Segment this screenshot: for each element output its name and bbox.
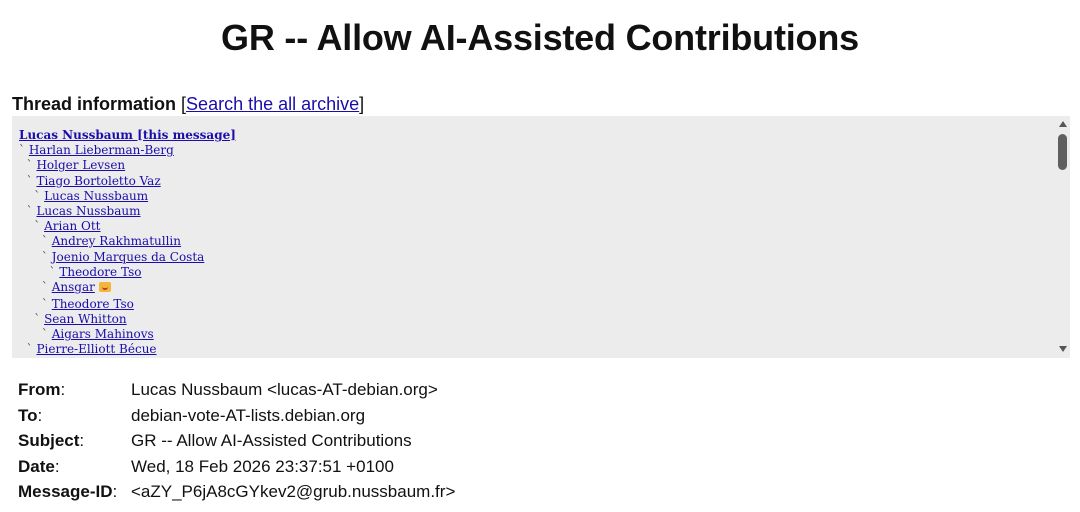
- thread-tree: Lucas Nussbaum [this message] ` Harlan Li…: [19, 128, 236, 358]
- thread-item-link[interactable]: Joenio Marques da Costa: [52, 250, 205, 264]
- thread-item-link[interactable]: Sean Whitton: [44, 312, 127, 326]
- thread-scrollbar[interactable]: [1056, 116, 1070, 358]
- thread-item-link[interactable]: Ansgar: [52, 280, 95, 294]
- header-row: From: Lucas Nussbaum <lucas-AT-debian.org…: [18, 377, 455, 403]
- thread-item-link[interactable]: Aigars Mahinovs: [52, 327, 154, 341]
- thread-item-link[interactable]: Lucas Nussbaum: [44, 189, 148, 203]
- header-value: debian-vote-AT-lists.debian.org: [131, 405, 366, 425]
- thread-item: ` Pierre-Elliott Bécue: [19, 342, 236, 357]
- header-key-label: To: [18, 405, 38, 425]
- header-key-label: Message-ID: [18, 482, 113, 501]
- thread-branch-marker: `: [19, 203, 37, 218]
- header-key-separator: :: [60, 380, 66, 399]
- thread-heading-label: Thread information: [12, 94, 177, 114]
- header-key: Subject:: [18, 428, 131, 454]
- header-value: Lucas Nussbaum <lucas-AT-debian.org>: [131, 380, 438, 399]
- bracket-close: ]: [359, 94, 365, 114]
- thread-item: ` Tiago Bortoletto Vaz: [19, 174, 236, 189]
- thread-item: ` Ansgar: [19, 280, 236, 297]
- thread-branch-marker: `: [19, 158, 37, 173]
- thread-item-link[interactable]: Pierre-Elliott Bécue: [36, 342, 156, 356]
- header-key-label: From: [18, 380, 61, 399]
- scroll-up-arrow-icon[interactable]: [1059, 121, 1067, 127]
- thread-branch-marker: `: [19, 173, 37, 188]
- thread-item: ` Andrey Rakhmatullin: [19, 234, 236, 249]
- header-row: Subject: GR -- Allow AI-Assisted Contribu…: [18, 428, 455, 454]
- thread-item: ` Harlan Lieberman-Berg: [19, 143, 236, 158]
- thread-branch-marker: `: [19, 234, 52, 249]
- thread-branch-marker: `: [19, 342, 37, 357]
- header-key: To:: [18, 403, 131, 429]
- thread-item-link[interactable]: Harlan Lieberman-Berg: [29, 143, 174, 157]
- header-key-separator: :: [54, 456, 60, 476]
- thread-item-link[interactable]: Lucas Nussbaum: [36, 204, 140, 218]
- header-key: Date:: [18, 454, 131, 480]
- thread-heading: Thread information [Search the all archi…: [12, 93, 364, 115]
- search-archive-link[interactable]: Search the all archive: [186, 94, 359, 114]
- header-key-label: Subject: [18, 431, 80, 450]
- header-key-label: Date: [18, 456, 55, 476]
- header-key: Message-ID:: [18, 479, 131, 505]
- scroll-down-arrow-icon[interactable]: [1059, 346, 1067, 352]
- thread-branch-marker: `: [19, 264, 60, 279]
- header-key-separator: :: [112, 482, 118, 501]
- thread-branch-marker: `: [19, 188, 45, 203]
- thread-branch-marker: `: [19, 219, 45, 234]
- thread-item: ` Theodore Tso: [19, 297, 236, 312]
- thread-item: Lucas Nussbaum [this message]: [19, 128, 236, 143]
- thread-item: ` Lucas Nussbaum: [19, 204, 236, 219]
- page-title: GR -- Allow AI-Assisted Contributions: [221, 17, 859, 58]
- thread-branch-marker: `: [19, 143, 29, 158]
- thread-branch-marker: `: [19, 296, 52, 311]
- thread-branch-marker: `: [19, 279, 52, 294]
- thread-branch-marker: `: [19, 249, 52, 264]
- thread-item: ` Sean Whitton: [19, 312, 236, 327]
- thread-item-current-link[interactable]: Lucas Nussbaum [this message]: [19, 128, 236, 142]
- header-value: <aZY_P6jA8cGYkev2@grub.nussbaum.fr>: [131, 482, 456, 501]
- thread-item-link[interactable]: Tiago Bortoletto Vaz: [36, 174, 160, 188]
- message-headers: From: Lucas Nussbaum <lucas-AT-debian.org…: [18, 377, 455, 505]
- smiling-cat-emoji: [98, 281, 111, 292]
- thread-item: ` Arian Ott: [19, 219, 236, 234]
- thread-item: ` Joenio Marques da Costa: [19, 250, 236, 265]
- header-value: Wed, 18 Feb 2026 23:37:51 +0100: [131, 456, 394, 476]
- thread-item: ` Holger Levsen: [19, 158, 236, 173]
- thread-item-link[interactable]: Andrey Rakhmatullin: [52, 234, 181, 248]
- header-row: To: debian-vote-AT-lists.debian.org: [18, 403, 455, 429]
- header-row: Message-ID: <aZY_P6jA8cGYkev2@grub.nussba…: [18, 479, 455, 505]
- header-key-separator: :: [37, 405, 43, 425]
- thread-item-link[interactable]: Arian Ott: [44, 219, 100, 233]
- scroll-thumb[interactable]: [1058, 134, 1067, 170]
- header-row: Date: Wed, 18 Feb 2026 23:37:51 +0100: [18, 454, 455, 480]
- thread-item: ` Aigars Mahinovs: [19, 327, 236, 342]
- thread-item-link[interactable]: Theodore Tso: [52, 297, 134, 311]
- thread-item-link[interactable]: Theodore Tso: [59, 265, 141, 279]
- thread-branch-marker: `: [19, 312, 45, 327]
- thread-item: ` Theodore Tso: [19, 265, 236, 280]
- thread-item-link[interactable]: Holger Levsen: [36, 158, 125, 172]
- thread-branch-marker: `: [19, 327, 52, 342]
- thread-tree-panel[interactable]: Lucas Nussbaum [this message] ` Harlan Li…: [12, 116, 1070, 358]
- header-key-separator: :: [79, 431, 85, 450]
- header-key: From:: [18, 377, 131, 403]
- thread-item: ` Lucas Nussbaum: [19, 189, 236, 204]
- header-value: GR -- Allow AI-Assisted Contributions: [131, 431, 412, 450]
